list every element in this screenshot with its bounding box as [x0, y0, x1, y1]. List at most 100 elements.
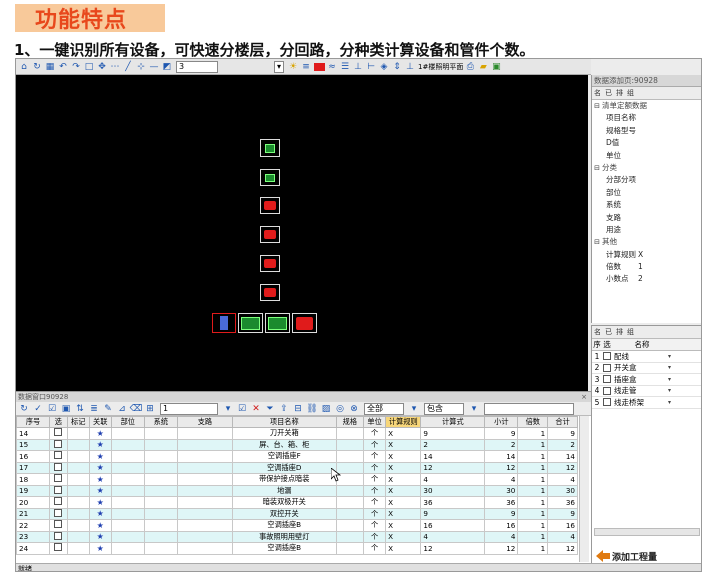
row-checkbox[interactable] [49, 438, 68, 451]
row-location[interactable] [110, 484, 145, 497]
prop-row[interactable]: 项目名称 [592, 112, 701, 124]
row-mark[interactable] [66, 496, 90, 509]
row-select-checkbox[interactable] [54, 531, 63, 540]
row-multiplier[interactable]: 1 [517, 496, 549, 509]
row-select-checkbox[interactable] [54, 485, 63, 494]
prop-category[interactable]: ⊟ 清单定额数据 [592, 100, 701, 112]
prop-row[interactable]: 部位 [592, 187, 701, 199]
rect-icon[interactable]: □ [83, 61, 95, 73]
chevron-down-icon[interactable]: ▾ [668, 353, 678, 360]
row-total[interactable]: 30 [547, 484, 578, 497]
row-unit[interactable]: 个 [363, 530, 387, 543]
table-icon[interactable]: ⊞ [144, 403, 156, 415]
prop-row[interactable]: 规格型号 [592, 125, 701, 137]
row-total[interactable]: 16 [547, 519, 578, 532]
row-rule[interactable]: X [385, 542, 422, 555]
row-multiplier[interactable]: 1 [517, 450, 549, 463]
row-multiplier[interactable]: 1 [517, 427, 549, 440]
row-branch[interactable] [176, 507, 233, 520]
row-spec[interactable] [335, 438, 365, 451]
dropdown-arrow-icon[interactable]: ▾ [274, 60, 284, 73]
prop-value[interactable] [636, 137, 701, 149]
row-subtotal[interactable]: 2 [484, 438, 519, 451]
floor-label[interactable]: 1#楼照明平面 [418, 62, 463, 72]
row-subtotal[interactable]: 9 [484, 427, 519, 440]
folder-icon[interactable]: ▰ [477, 61, 489, 73]
row-expression[interactable]: 36 [420, 496, 486, 509]
row-checkbox[interactable] [49, 507, 68, 520]
row-multiplier[interactable]: 1 [517, 542, 549, 555]
home-icon[interactable]: ⌂ [18, 61, 30, 73]
prop-row[interactable]: 计算规则 X [592, 249, 701, 261]
row-system[interactable] [143, 484, 178, 497]
row-select-checkbox[interactable] [54, 428, 63, 437]
row-item-name[interactable]: 事故照明用壁灯 [231, 530, 337, 543]
close-icon[interactable]: × [581, 392, 587, 402]
prop-row[interactable]: 倍数 1 [592, 261, 701, 273]
row-num[interactable]: 22 [16, 519, 51, 532]
row-system[interactable] [143, 519, 178, 532]
table-row[interactable]: 24 ★ 空调插座B 个 X 12 12 1 12 [16, 542, 578, 555]
row-branch[interactable] [176, 530, 233, 543]
sort-icon[interactable]: ⇅ [74, 403, 86, 415]
row-rule[interactable]: X [385, 438, 422, 451]
filter-all-select[interactable]: 全部 [364, 402, 404, 415]
row-branch[interactable] [176, 438, 233, 451]
row-rule[interactable]: X [385, 450, 422, 463]
row-expression[interactable]: 12 [420, 461, 486, 474]
prop-category[interactable]: ⊟ 分类 [592, 162, 701, 174]
table-row[interactable]: 20 ★ 暗装双极开关个 X 36 36 1 36 [16, 496, 578, 509]
row-total[interactable]: 4 [547, 530, 578, 543]
device-symbol[interactable] [238, 313, 263, 333]
row-system[interactable] [143, 496, 178, 509]
row-num[interactable]: 20 [16, 496, 51, 509]
row-multiplier[interactable]: 1 [517, 461, 549, 474]
row-unit[interactable]: 个 [363, 519, 387, 532]
row-multiplier[interactable]: 1 [517, 438, 549, 451]
list-item[interactable]: 3 插座盒 ▾ [592, 374, 701, 386]
link-star-icon[interactable]: ★ [88, 450, 112, 463]
col-header[interactable]: 倍数 [517, 416, 549, 428]
snap-icon[interactable]: ⊹ [135, 61, 147, 73]
row-checkbox[interactable] [49, 542, 68, 555]
export-icon[interactable]: ▣ [490, 61, 502, 73]
horizontal-scrollbar[interactable] [594, 528, 700, 536]
row-rule[interactable]: X [385, 484, 422, 497]
device-symbol[interactable] [212, 313, 236, 333]
row-item-name[interactable]: 空调插座F [231, 450, 337, 463]
drawing-canvas[interactable] [16, 75, 588, 391]
plot-icon[interactable]: ⊥ [352, 61, 364, 73]
dropdown-arrow-icon[interactable]: ▾ [408, 403, 420, 415]
col-header[interactable]: 小计 [484, 416, 519, 428]
group-button[interactable]: 组 [627, 327, 634, 337]
device-symbol[interactable] [260, 226, 280, 243]
prop-value[interactable] [636, 125, 701, 137]
sort-order-button[interactable]: 排 [616, 88, 623, 98]
row-branch[interactable] [176, 450, 233, 463]
row-rule[interactable]: X [385, 507, 422, 520]
list-icon[interactable]: ≣ [88, 403, 100, 415]
group-button[interactable]: 组 [627, 88, 634, 98]
link-star-icon[interactable]: ★ [88, 507, 112, 520]
row-total[interactable]: 9 [547, 427, 578, 440]
row-expression[interactable]: 14 [420, 450, 486, 463]
row-location[interactable] [110, 530, 145, 543]
undo-icon[interactable]: ↶ [57, 61, 69, 73]
row-num[interactable]: 16 [16, 450, 51, 463]
prop-value[interactable]: X [636, 249, 701, 261]
check-icon[interactable]: ✓ [32, 403, 44, 415]
color-swatch-icon[interactable] [313, 61, 325, 73]
prop-row[interactable]: 分部分项 [592, 174, 701, 186]
link-star-icon[interactable]: ★ [88, 461, 112, 474]
row-select-checkbox[interactable] [54, 439, 63, 448]
row-item-name[interactable]: 地漏 [231, 484, 337, 497]
row-total[interactable]: 9 [547, 507, 578, 520]
prop-row[interactable]: 用途 [592, 224, 701, 236]
device-symbol[interactable] [260, 255, 280, 272]
checkbox-icon[interactable]: ☑ [46, 403, 58, 415]
prop-category[interactable]: ⊟ 其他 [592, 236, 701, 248]
linetype-icon[interactable]: ≈ [326, 61, 338, 73]
sort-selected-button[interactable]: 已 [605, 327, 612, 337]
col-header[interactable]: 合计 [547, 416, 578, 428]
row-mark[interactable] [66, 519, 90, 532]
